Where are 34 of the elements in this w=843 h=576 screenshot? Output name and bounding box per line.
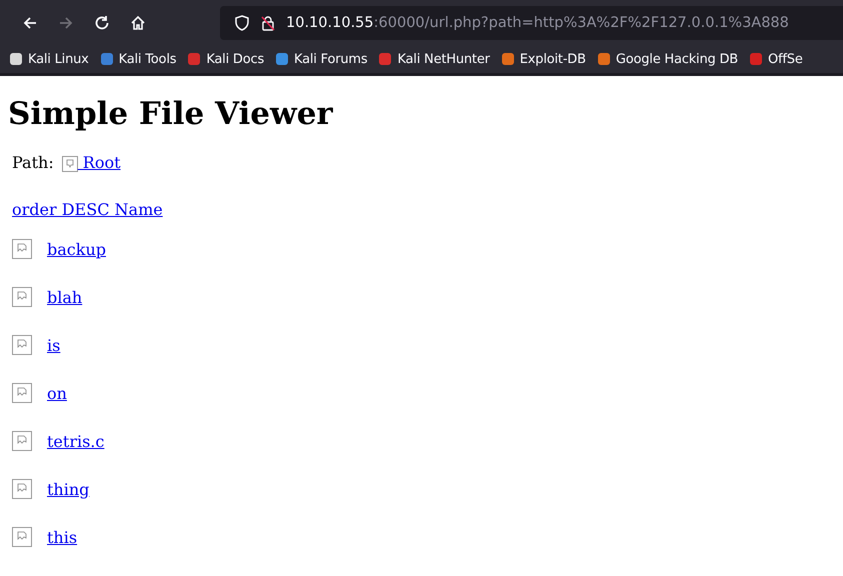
address-bar[interactable]: 10.10.10.55:60000/url.php?path=http%3A%2F%2F127.0.0.1%3A888 — [220, 6, 843, 40]
file-link[interactable]: blah — [47, 288, 82, 306]
broken-image-icon — [12, 383, 32, 403]
broken-image-icon — [12, 479, 32, 499]
broken-image-icon — [12, 287, 32, 307]
reload-icon — [93, 14, 111, 32]
bookmark[interactable]: Exploit-DB — [500, 51, 586, 67]
url-host: 10.10.10.55 — [286, 14, 374, 30]
bookmark[interactable]: OffSe — [748, 51, 803, 67]
bookmark[interactable]: Kali Tools — [98, 51, 176, 67]
file-link[interactable]: is — [47, 336, 60, 354]
file-link[interactable]: backup — [47, 240, 106, 258]
page-title: Simple File Viewer — [8, 96, 334, 132]
sort-link[interactable]: order DESC Name — [12, 200, 163, 219]
bookmark[interactable]: Kali NetHunter — [377, 51, 490, 67]
broken-image-icon — [12, 335, 32, 355]
file-link[interactable]: thing — [47, 480, 90, 498]
broken-image-icon — [12, 527, 32, 547]
file-link[interactable]: tetris.c — [47, 432, 104, 450]
bookmark[interactable]: Kali Docs — [186, 51, 264, 67]
file-link[interactable]: on — [47, 384, 67, 402]
insecure-lock-icon — [260, 14, 276, 30]
bookmark[interactable]: Kali Forums — [274, 51, 368, 67]
path-label: Path: — [12, 153, 54, 172]
home-icon — [129, 14, 147, 32]
url-path: :60000/url.php?path=http%3A%2F%2F127.0.0.1%3A888 — [374, 14, 789, 30]
bookmark[interactable]: Google Hacking DB — [596, 51, 738, 67]
broken-image-icon — [12, 431, 32, 451]
broken-image-icon — [62, 156, 78, 172]
file-link[interactable]: this — [47, 528, 78, 546]
bookmark[interactable]: Kali Linux — [8, 51, 89, 67]
root-link[interactable]: Root — [62, 153, 121, 172]
shield-icon — [234, 14, 250, 30]
broken-image-icon — [12, 239, 32, 259]
